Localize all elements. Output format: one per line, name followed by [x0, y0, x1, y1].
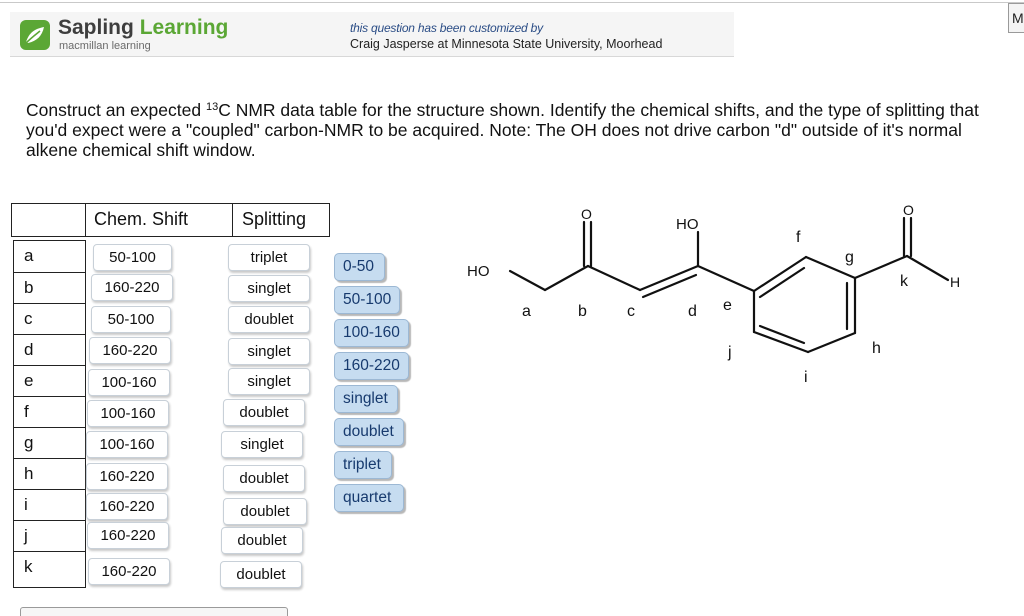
splitting-answer-h[interactable]: doublet — [223, 465, 305, 492]
bond-k-h — [905, 254, 950, 282]
carbon-label-f: f — [796, 229, 801, 246]
splitting-answer-b[interactable]: singlet — [228, 275, 310, 302]
splitting-answer-g[interactable]: singlet — [221, 431, 303, 458]
column-header-splitting: Splitting — [242, 209, 307, 229]
row-label: c — [14, 303, 85, 334]
bank-tile-doublet[interactable]: doublet — [334, 418, 404, 446]
shift-answer-h[interactable]: 160-220 — [86, 463, 168, 490]
submit-area-box[interactable] — [20, 607, 288, 616]
carbon-label-a: a — [522, 303, 531, 320]
atom-ho-left: HO — [467, 263, 490, 280]
bond-d-e — [696, 264, 756, 293]
carbon-label-g: g — [845, 249, 854, 266]
brand-subtitle: macmillan learning — [59, 40, 151, 52]
splitting-answer-i[interactable]: doublet — [223, 498, 307, 525]
carbon-label-c: c — [627, 303, 635, 320]
row-label: j — [14, 520, 85, 551]
carbon-label-j: j — [727, 344, 732, 361]
carbon-label-e: e — [723, 297, 732, 314]
window-top-border — [0, 2, 1024, 3]
splitting-answer-d[interactable]: singlet — [228, 338, 310, 365]
bank-tile-quartet[interactable]: quartet — [334, 484, 404, 512]
row-label: g — [14, 427, 85, 458]
brand-name-part1: Sapling — [58, 16, 134, 39]
splitting-answer-j[interactable]: doublet — [221, 527, 303, 554]
bond-i-j-2 — [758, 324, 806, 345]
bond-a-b — [543, 264, 590, 292]
splitting-answer-c[interactable]: doublet — [228, 306, 310, 333]
isotope-superscript: 13 — [205, 101, 219, 113]
sapling-leaf-icon — [20, 20, 50, 50]
shift-answer-a[interactable]: 50-100 — [93, 244, 172, 271]
carbon-label-h: h — [872, 340, 881, 357]
header-divider — [10, 56, 734, 57]
shift-answer-k[interactable]: 160-220 — [88, 558, 170, 585]
header-divider-1 — [85, 204, 86, 236]
atom-h-aldehyde: H — [950, 274, 960, 290]
bank-tile-160-220[interactable]: 160-220 — [334, 352, 409, 380]
customized-by-author: Craig Jasperse at Minnesota State Univer… — [350, 37, 663, 51]
carbon-label-k: k — [900, 273, 909, 290]
nmr-table-header: Chem. Shift Splitting — [11, 203, 330, 237]
row-label: a — [24, 246, 34, 265]
atom-o-aldehyde: O — [903, 202, 914, 218]
carbon-label-column: a b c d e f g h i j k — [13, 240, 86, 588]
shift-answer-j[interactable]: 160-220 — [87, 522, 169, 549]
bank-tile-0-50[interactable]: 0-50 — [334, 253, 385, 281]
atom-ho-top: HO — [676, 216, 699, 233]
chemical-structure: HO HO O O H a b c d e f g h i j k — [467, 202, 960, 386]
header-divider-2 — [232, 204, 233, 236]
brand-name: Sapling Learning — [58, 15, 228, 41]
bond-ho-a — [508, 269, 547, 292]
splitting-answer-e[interactable]: singlet — [228, 368, 310, 395]
atom-o-ketone: O — [581, 206, 592, 222]
row-label: d — [14, 334, 85, 365]
carbon-label-i: i — [804, 369, 808, 386]
customized-by-note: this question has been customized by — [350, 21, 543, 35]
bond-b-c — [586, 264, 642, 292]
row-label: k — [14, 551, 85, 582]
row-label: b — [14, 272, 85, 303]
question-text: Construct an expected 13C NMR data table… — [26, 100, 1006, 160]
row-label: i — [14, 489, 85, 520]
row-label: h — [14, 458, 85, 489]
bank-tile-50-100[interactable]: 50-100 — [334, 286, 400, 314]
row-label: f — [14, 396, 85, 427]
bank-tile-singlet[interactable]: singlet — [334, 385, 398, 413]
shift-answer-d[interactable]: 160-220 — [89, 337, 171, 364]
carbon-label-b: b — [578, 303, 587, 320]
carbon-label-d: d — [688, 303, 697, 320]
bank-tile-100-160[interactable]: 100-160 — [334, 319, 409, 347]
splitting-answer-k[interactable]: doublet — [220, 561, 302, 588]
row-label: e — [14, 365, 85, 396]
bond-h-i — [806, 331, 857, 354]
column-header-chem-shift: Chem. Shift — [94, 209, 189, 229]
bond-e-f-1 — [752, 255, 808, 293]
bank-tile-triplet[interactable]: triplet — [334, 451, 392, 479]
shift-answer-c[interactable]: 50-100 — [91, 306, 171, 333]
splitting-answer-f[interactable]: doublet — [223, 399, 305, 426]
shift-answer-g[interactable]: 100-160 — [86, 431, 168, 458]
shift-answer-i[interactable]: 160-220 — [86, 493, 168, 520]
shift-answer-e[interactable]: 100-160 — [88, 369, 170, 396]
corner-menu-button[interactable]: M — [1008, 3, 1024, 33]
splitting-answer-a[interactable]: triplet — [228, 244, 310, 271]
brand-name-part2: Learning — [139, 16, 229, 39]
shift-answer-b[interactable]: 160-220 — [91, 274, 173, 301]
shift-answer-f[interactable]: 100-160 — [87, 400, 169, 427]
question-text-start: Construct an expected — [26, 100, 206, 120]
